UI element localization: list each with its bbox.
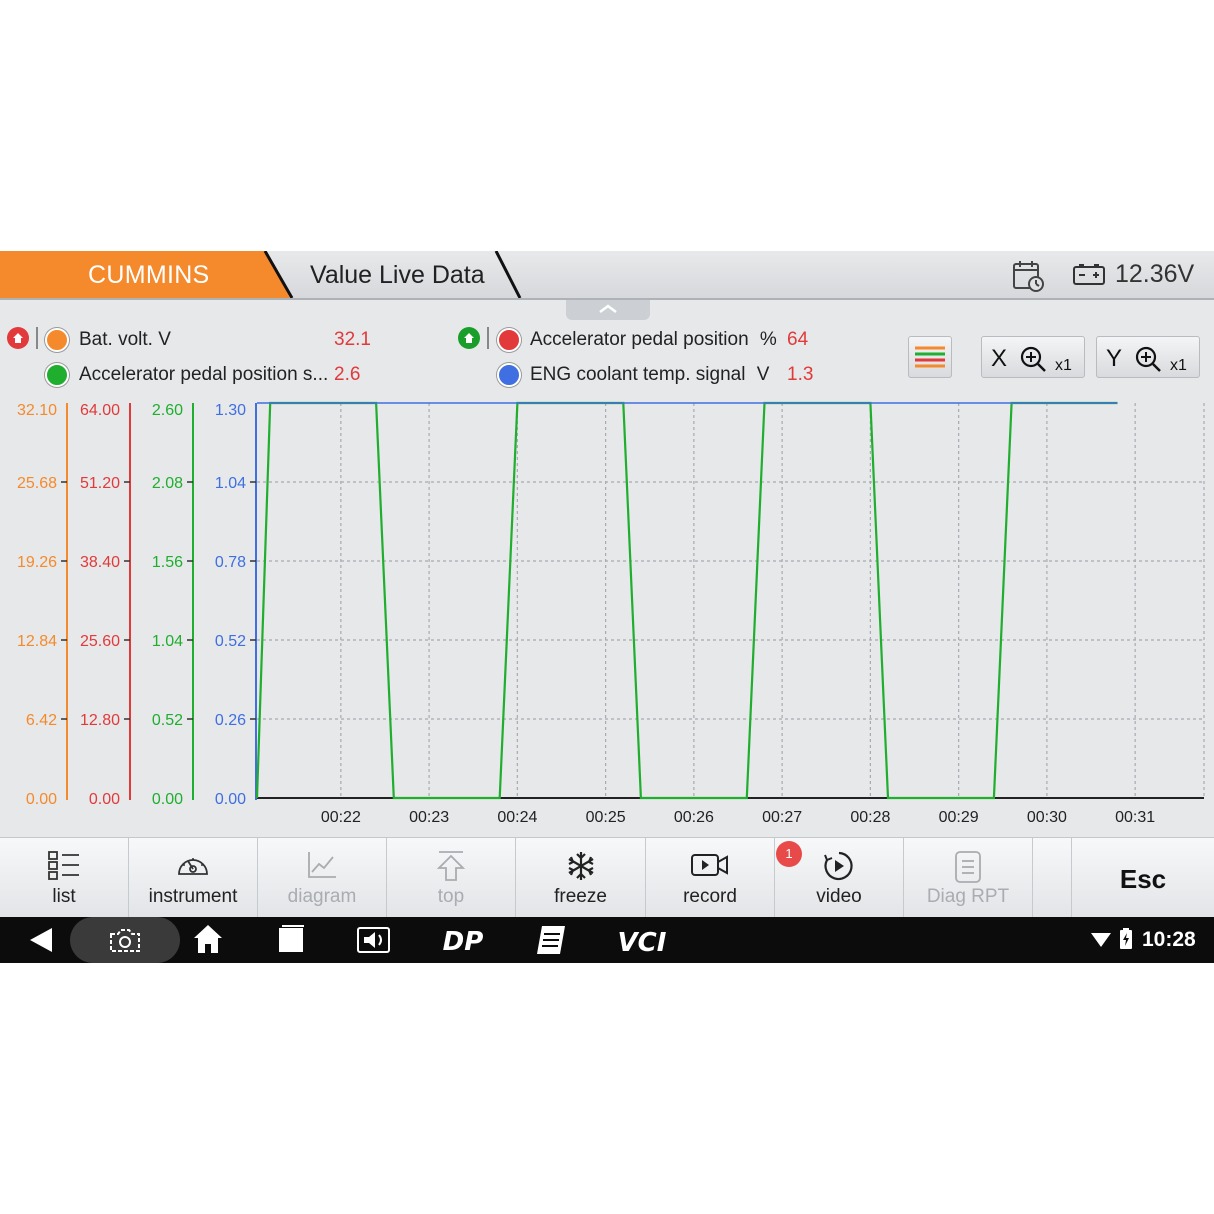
y-tick-label: 38.40 xyxy=(80,554,120,571)
instrument-button[interactable]: instrument xyxy=(129,838,258,918)
snowflake-icon xyxy=(567,852,594,880)
y-tick-label: 0.52 xyxy=(215,633,246,650)
dp-app-icon[interactable]: DP xyxy=(436,917,490,963)
esc-label: Esc xyxy=(1119,864,1167,894)
esc-button[interactable]: Esc xyxy=(1072,838,1214,918)
list-button[interactable]: list xyxy=(0,838,129,918)
y-tick-label: 0.00 xyxy=(152,791,183,808)
diagram-button[interactable]: diagram xyxy=(258,838,387,918)
y-tick-label: 0.52 xyxy=(152,712,183,729)
series-line xyxy=(255,401,1118,800)
x-tick-label: 00:30 xyxy=(1027,809,1067,826)
brand-label: CUMMINS xyxy=(88,261,210,289)
y-tick-label: 0.00 xyxy=(215,791,246,808)
x-tick-label: 00:23 xyxy=(409,809,449,826)
title-tab-edge xyxy=(494,251,522,298)
x-tick-label: 00:31 xyxy=(1115,809,1155,826)
y-tick-label: 6.42 xyxy=(26,712,57,729)
arrow-up-icon xyxy=(436,851,466,881)
list-icon xyxy=(48,851,79,880)
y-tick-label: 0.26 xyxy=(215,712,246,729)
tool-label: freeze xyxy=(554,886,607,907)
x-tick-label: 00:22 xyxy=(321,809,361,826)
report-icon xyxy=(955,851,981,883)
x-tick-label: 00:24 xyxy=(497,809,537,826)
y-tick-label: 12.84 xyxy=(17,633,57,650)
bottom-toolbar: list instrument diagram top freeze recor… xyxy=(0,837,1214,918)
tool-label: video xyxy=(816,886,862,907)
tool-label: diagram xyxy=(287,886,357,907)
dp-label: DP xyxy=(443,927,484,957)
tool-label: record xyxy=(683,886,737,907)
document-app-icon[interactable] xyxy=(534,917,568,963)
y-tick-label: 0.78 xyxy=(215,554,246,571)
y-tick-label: 1.30 xyxy=(215,402,246,419)
x-tick-label: 00:28 xyxy=(850,809,890,826)
y-tick-label: 0.00 xyxy=(89,791,120,808)
screenshot-button[interactable] xyxy=(70,917,180,963)
y-tick-label: 19.26 xyxy=(17,554,57,571)
calendar-clock-icon[interactable] xyxy=(1011,259,1045,293)
y-tick-label: 25.60 xyxy=(80,633,120,650)
y-tick-label: 2.60 xyxy=(152,402,183,419)
vci-app-icon[interactable]: VCI xyxy=(616,917,670,963)
live-data-panel: Bat. volt. V 32.1 Accelerator pedal posi… xyxy=(0,298,1214,837)
y-tick-label: 51.20 xyxy=(80,475,120,492)
tool-label: top xyxy=(437,886,465,907)
battery-icon xyxy=(1073,264,1105,285)
brand-tab[interactable]: CUMMINS xyxy=(0,251,294,298)
line-chart-icon xyxy=(308,852,336,878)
back-icon[interactable] xyxy=(26,917,56,963)
notification-badge: 1 xyxy=(776,841,802,867)
y-tick-label: 1.04 xyxy=(215,475,246,492)
play-circle-icon xyxy=(824,851,853,881)
tool-label: Diag RPT xyxy=(926,886,1010,907)
volume-icon[interactable] xyxy=(356,917,392,963)
diag-rpt-button[interactable]: Diag RPT xyxy=(904,838,1033,918)
record-button[interactable]: record xyxy=(646,838,775,918)
y-tick-label: 12.80 xyxy=(80,712,120,729)
header-bar: CUMMINS Value Live Data 12.36V xyxy=(0,251,1214,298)
x-tick-label: 00:29 xyxy=(939,809,979,826)
x-tick-label: 00:27 xyxy=(762,809,802,826)
screenshot-camera-icon xyxy=(110,929,140,952)
y-tick-label: 64.00 xyxy=(80,402,120,419)
home-icon[interactable] xyxy=(192,917,224,963)
system-navbar: DP VCI 10:28 xyxy=(0,917,1214,963)
tool-label: instrument xyxy=(148,886,238,907)
toolbar-spacer xyxy=(1033,838,1072,918)
recent-apps-icon[interactable] xyxy=(276,917,306,963)
x-tick-label: 00:25 xyxy=(586,809,626,826)
freeze-button[interactable]: freeze xyxy=(516,838,646,918)
tool-label: list xyxy=(52,886,76,907)
vci-label: VCI xyxy=(618,928,667,958)
y-tick-label: 0.00 xyxy=(26,791,57,808)
live-data-chart[interactable]: 00:22 00:23 00:24 00:25 00:26 00:27 00:28 00:29… xyxy=(0,300,1214,837)
y-tick-label: 2.08 xyxy=(152,475,183,492)
y-tick-label: 1.04 xyxy=(152,633,183,650)
battery-voltage: 12.36V xyxy=(1115,260,1195,288)
device-screen: CUMMINS Value Live Data 12.36V Bat. volt… xyxy=(0,251,1214,963)
gauge-icon xyxy=(178,858,208,875)
battery-status-icon xyxy=(1120,928,1132,949)
status-clock: 10:28 xyxy=(1142,928,1196,951)
page-title: Value Live Data xyxy=(310,261,485,289)
y-tick-label: 25.68 xyxy=(17,475,57,492)
video-camera-icon xyxy=(691,854,728,876)
wifi-icon xyxy=(1091,933,1111,947)
x-tick-label: 00:26 xyxy=(674,809,714,826)
y-tick-label: 1.56 xyxy=(152,554,183,571)
top-button[interactable]: top xyxy=(387,838,516,918)
y-tick-label: 32.10 xyxy=(17,402,57,419)
